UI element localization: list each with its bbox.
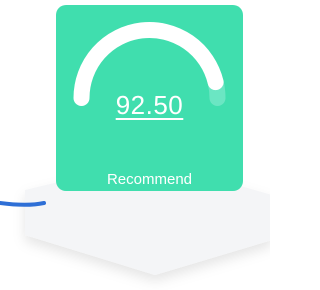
blue-curve-line <box>0 201 46 207</box>
score-text: 92.50 <box>115 90 184 120</box>
score-card: 92.50 Recommend <box>56 5 243 191</box>
score-value: 92.50 <box>56 89 243 121</box>
screen: 92.50 Recommend <box>0 0 270 290</box>
gauge-filled-arc <box>73 22 224 106</box>
recommend-label: Recommend <box>106 171 193 188</box>
